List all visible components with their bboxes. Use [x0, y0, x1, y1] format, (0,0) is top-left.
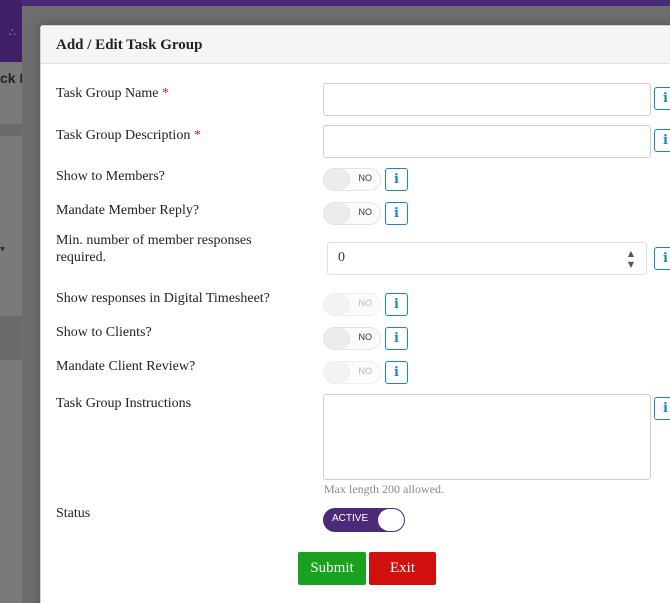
required-mark: * — [193, 128, 201, 143]
toggle-knob — [324, 362, 350, 383]
toggle-knob — [324, 294, 350, 315]
exit-button[interactable]: Exit — [369, 552, 436, 585]
task-group-instructions-label: Task Group Instructions — [56, 396, 192, 411]
task-group-description-input[interactable] — [323, 125, 651, 158]
info-icon[interactable]: i — [385, 293, 408, 316]
status-label: Status — [56, 506, 91, 521]
show-to-members-label: Show to Members? — [56, 169, 165, 184]
task-group-name-label: Task Group Name * — [56, 86, 169, 101]
info-icon[interactable]: i — [654, 247, 670, 270]
info-icon[interactable]: i — [385, 327, 408, 350]
mandate-member-reply-toggle[interactable]: NO — [323, 202, 381, 225]
app-logo-icon: ∴ — [9, 26, 16, 39]
background-chevron-icon: ▾ — [0, 244, 6, 255]
number-value: 0 — [338, 250, 345, 265]
show-to-members-toggle[interactable]: NO — [323, 168, 381, 191]
toggle-knob — [324, 169, 350, 190]
app-background-panel — [0, 0, 22, 603]
background-table-header — [0, 124, 22, 136]
mandate-client-review-label: Mandate Client Review? — [56, 359, 196, 374]
app-logo-area: ∴ — [0, 0, 22, 62]
show-to-clients-toggle[interactable]: NO — [323, 327, 381, 350]
toggle-state: NO — [358, 207, 373, 217]
background-table-row — [0, 316, 22, 360]
toggle-state: ACTIVE — [332, 513, 369, 524]
toggle-knob — [378, 509, 404, 531]
task-group-modal: Add / Edit Task Group Task Group Name * … — [40, 25, 670, 603]
toggle-knob — [324, 203, 350, 224]
toggle-state: NO — [358, 298, 373, 308]
info-icon[interactable]: i — [385, 168, 408, 191]
task-group-name-input[interactable] — [323, 83, 651, 116]
spinner-up-icon[interactable]: ▲ — [628, 249, 634, 258]
min-member-responses-label: Min. number of member responses required… — [56, 233, 252, 265]
required-mark: * — [161, 86, 169, 101]
info-icon[interactable]: i — [654, 129, 670, 152]
toggle-knob — [324, 328, 350, 349]
mandate-member-reply-label: Mandate Member Reply? — [56, 203, 200, 218]
show-to-clients-label: Show to Clients? — [56, 325, 152, 340]
info-icon[interactable]: i — [385, 202, 408, 225]
modal-header: Add / Edit Task Group — [41, 26, 670, 64]
task-group-instructions-textarea[interactable] — [323, 394, 651, 480]
info-icon[interactable]: i — [654, 397, 670, 420]
app-top-bar — [0, 0, 670, 6]
toggle-state: NO — [358, 173, 373, 183]
info-icon[interactable]: i — [654, 87, 670, 110]
background-page-title: ck L — [0, 70, 22, 86]
submit-button[interactable]: Submit — [298, 552, 366, 585]
toggle-state: NO — [358, 332, 373, 342]
show-in-digital-timesheet-toggle[interactable]: NO — [323, 293, 381, 316]
mandate-client-review-toggle[interactable]: NO — [323, 361, 381, 384]
show-in-digital-timesheet-label: Show responses in Digital Timesheet? — [56, 291, 270, 306]
spinner-down-icon[interactable]: ▼ — [628, 260, 634, 269]
modal-title: Add / Edit Task Group — [56, 37, 203, 53]
task-group-description-label: Task Group Description * — [56, 128, 201, 143]
max-length-hint: Max length 200 allowed. — [324, 482, 444, 496]
min-member-responses-input[interactable]: 0 ▲ ▼ — [327, 242, 647, 275]
toggle-state: NO — [358, 366, 373, 376]
info-icon[interactable]: i — [385, 361, 408, 384]
status-toggle[interactable]: ACTIVE — [323, 508, 405, 532]
